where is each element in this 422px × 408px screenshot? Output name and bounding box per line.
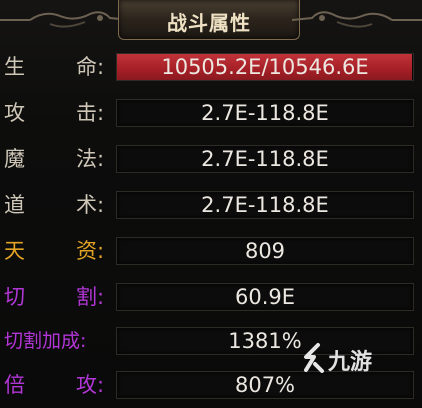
stat-label-char-1: 生: [4, 55, 25, 79]
stat-row-talent: 天 资: 809: [0, 234, 422, 268]
stat-row-magic: 魔 法: 2.7E-118.8E: [0, 142, 422, 176]
stat-label: 倍 攻:: [4, 371, 108, 399]
hp-bar-track: 10505.2E/10546.6E: [116, 53, 414, 81]
stat-label-char-2: 击:: [76, 101, 105, 125]
stat-row-taoism: 道 术: 2.7E-118.8E: [0, 188, 422, 222]
stat-label-char-1: 攻: [4, 101, 25, 125]
stat-value: 2.7E-118.8E: [201, 101, 329, 125]
stat-value: 2.7E-118.8E: [201, 193, 329, 217]
stat-label-char-1: 道: [4, 193, 25, 217]
watermark: 九游: [296, 340, 396, 380]
stat-value: 10505.2E/10546.6E: [161, 55, 369, 79]
stat-row-cut: 切 割: 60.9E: [0, 280, 422, 314]
stat-label-char-1: 倍: [4, 373, 25, 397]
ornament-left-icon: [0, 11, 130, 28]
stat-value: 809: [244, 239, 286, 263]
stat-label-char-2: 攻:: [76, 373, 105, 397]
stat-label: 切 割:: [4, 283, 108, 311]
stat-label-char-2: 术:: [76, 193, 105, 217]
watermark-text: 九游: [328, 350, 373, 375]
title-plate: 战斗属性: [118, 0, 300, 40]
stat-label: 切割加成:: [4, 330, 87, 352]
stat-label-char-2: 割:: [76, 285, 105, 309]
jiuyou-logo-icon: [304, 343, 324, 373]
stat-value-box: 2.7E-118.8E: [116, 99, 414, 127]
stat-row-hp: 生 命: 10505.2E/10546.6E: [0, 50, 422, 84]
stat-label: 攻 击:: [4, 99, 108, 127]
battle-attributes-panel: 战斗属性 生 命: 10505.2E/10546.6E 攻 击: 2.7E-11…: [0, 0, 422, 408]
stat-label-char-2: 命:: [76, 55, 105, 79]
stat-value-box: 809: [116, 237, 414, 265]
stat-label-char-2: 法:: [76, 147, 105, 171]
stat-label: 生 命:: [4, 53, 108, 81]
stat-label: 道 术:: [4, 191, 108, 219]
stat-label-char-1: 魔: [4, 147, 25, 171]
stat-label: 魔 法:: [4, 145, 108, 173]
stat-row-attack: 攻 击: 2.7E-118.8E: [0, 96, 422, 130]
stat-value-box: 2.7E-118.8E: [116, 145, 414, 173]
stat-value: 60.9E: [234, 285, 296, 309]
page-title: 战斗属性: [167, 11, 251, 35]
panel-header: 战斗属性: [0, 0, 422, 42]
stat-label: 天 资:: [4, 237, 108, 265]
stat-label-char-1: 天: [4, 239, 25, 263]
stat-label-char-1: 切: [4, 285, 25, 309]
stat-value: 2.7E-118.8E: [201, 147, 329, 171]
ornament-right-icon: [292, 11, 422, 28]
stat-value-box: 2.7E-118.8E: [116, 191, 414, 219]
stat-value-box: 60.9E: [116, 283, 414, 311]
stat-label-char-2: 资:: [76, 239, 105, 263]
